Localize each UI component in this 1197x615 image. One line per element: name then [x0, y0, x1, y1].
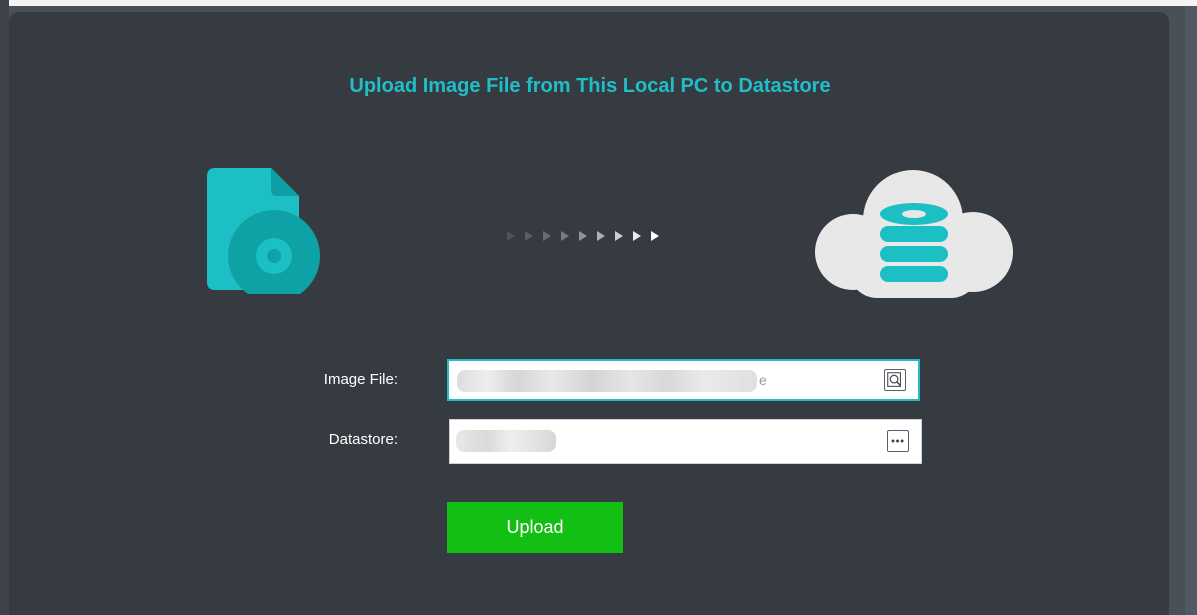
disc-image-file-icon: [207, 168, 320, 294]
scrollbar-track[interactable]: [1185, 6, 1197, 615]
window-background: Upload Image File from This Local PC to …: [0, 0, 1197, 615]
datastore-label: Datastore:: [328, 431, 398, 448]
image-file-field[interactable]: e: [447, 359, 920, 401]
upload-button[interactable]: Upload: [447, 502, 623, 553]
dialog-title: Upload Image File from This Local PC to …: [349, 75, 831, 97]
cloud-datastore-icon: [815, 170, 1013, 298]
image-file-input[interactable]: [457, 361, 857, 399]
datastore-picker-button[interactable]: [887, 430, 909, 452]
datastore-field[interactable]: [449, 419, 922, 464]
datastore-input[interactable]: [458, 420, 858, 463]
browse-search-icon: [887, 372, 901, 387]
image-file-label: Image File:: [323, 371, 398, 388]
top-edge: [0, 0, 1197, 6]
transfer-arrows-icon: [507, 231, 659, 241]
image-file-value-tail: e: [759, 372, 767, 388]
browse-file-button[interactable]: [884, 369, 906, 391]
more-options-icon: [891, 439, 904, 443]
